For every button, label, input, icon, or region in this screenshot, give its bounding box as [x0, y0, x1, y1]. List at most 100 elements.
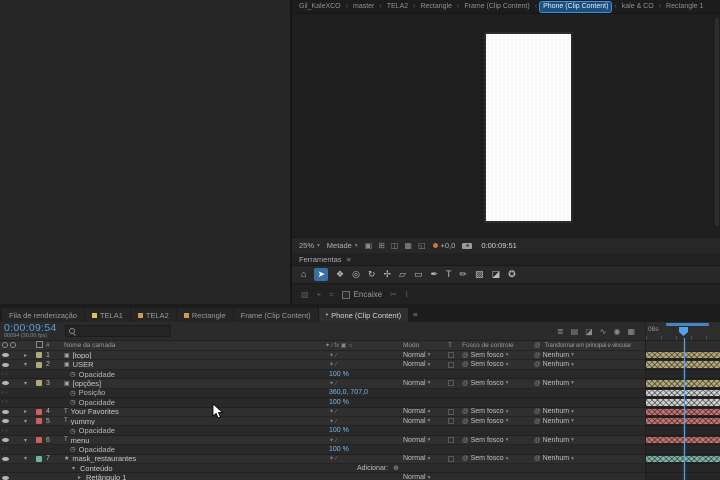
timeline-row-opacidade[interactable]: ‹ › ◷ Opacidade 100 % — [0, 398, 720, 408]
layer-duration-bar[interactable] — [646, 399, 720, 406]
timeline-tab-tela1[interactable]: TELA1 — [84, 308, 130, 322]
composition-viewer[interactable] — [292, 14, 720, 237]
layer-track[interactable] — [645, 454, 720, 465]
timeline-row-yummy[interactable]: ▾ 5 Tyummy ✦ ∕ Normal ▾ @ Sem fosco ▾ @ Nenhum ▾ — [0, 416, 720, 427]
mask-visibility-icon[interactable]: ◫ — [391, 241, 399, 250]
layer-duration-bar[interactable] — [646, 455, 720, 463]
pan-camera-tool[interactable]: ✢ — [383, 268, 391, 281]
parent-pick-whip-icon[interactable]: @ — [534, 418, 541, 425]
region-of-interest-icon[interactable]: ▣ — [365, 241, 373, 250]
blend-mode-select[interactable]: Normal ▾ — [403, 352, 430, 359]
matte-pick-whip-icon[interactable]: @ — [462, 408, 469, 415]
layer-track[interactable] — [645, 407, 720, 417]
track-matte-select[interactable]: Sem fosco ▾ — [471, 380, 509, 387]
channels-icon[interactable]: ▦ — [404, 241, 412, 250]
parent-pick-whip-icon[interactable]: @ — [534, 408, 541, 415]
eye-icon[interactable] — [2, 353, 9, 358]
current-timecode[interactable]: 0:00:09:54 — [4, 323, 57, 334]
wave-icon[interactable]: ⌇ — [405, 288, 409, 301]
track-matte-select[interactable]: Sem fosco ▾ — [471, 352, 509, 359]
layer-color-chip[interactable] — [36, 437, 42, 443]
parent-pick-whip-icon[interactable]: @ — [534, 380, 541, 387]
twirl-icon[interactable]: ▸ — [24, 352, 27, 359]
twirl-icon[interactable]: ▾ — [24, 418, 27, 425]
comp-crumb-rectangle-1[interactable]: Rectangle 1 — [663, 2, 706, 12]
timeline-tab-frame-clip-content[interactable]: Frame (Clip Content) — [233, 308, 318, 322]
time-ruler[interactable]: 08s — [645, 322, 720, 340]
property-value[interactable]: 360,0, 707,0 — [329, 389, 368, 396]
guides-grid-icon[interactable]: ⊞ — [378, 241, 385, 250]
comp-mini-flowchart-icon[interactable]: ≣ — [557, 327, 564, 336]
timeline-row-opacidade[interactable]: ‹ › ◷ Opacidade 100 % — [0, 369, 720, 380]
layer-track[interactable] — [645, 351, 720, 361]
layer-color-chip[interactable] — [36, 418, 42, 425]
comp-crumb-gil-kalexco[interactable]: Gil_KaleXCO — [296, 2, 344, 12]
selection-tool[interactable]: ➤ — [314, 268, 328, 281]
eye-icon[interactable] — [2, 409, 9, 414]
property-value[interactable]: 100 % — [329, 427, 349, 434]
timeline-row-mask-restaurantes[interactable]: ▾ 7 ★ mask_restaurantes ✦ ∕ Normal ▾ @ Sem fosco… — [0, 454, 720, 465]
comp-crumb-kale-co[interactable]: kale & CO — [619, 2, 657, 12]
mode-header[interactable]: Modo — [403, 342, 448, 349]
parent-select[interactable]: Nenhum ▾ — [543, 455, 574, 462]
puppet-tool[interactable]: ✪ — [508, 268, 516, 281]
matte-pick-whip-icon[interactable]: @ — [462, 437, 469, 444]
home-tool[interactable]: ⌂ — [301, 268, 306, 281]
layer-track[interactable] — [645, 426, 720, 436]
parent-select[interactable]: Nenhum ▾ — [543, 437, 574, 444]
camera-track-tool[interactable]: ⌗ — [329, 288, 334, 301]
layer-duration-bar[interactable] — [646, 408, 720, 415]
preserve-transparency-checkbox[interactable] — [448, 380, 454, 387]
blend-mode-select[interactable]: Normal ▾ — [403, 408, 430, 415]
panel-menu-icon[interactable]: ≡ — [409, 310, 421, 319]
track-matte-select[interactable]: Sem fosco ▾ — [471, 437, 509, 444]
parent-select[interactable]: Nenhum ▾ — [543, 418, 574, 425]
snap-toggle[interactable]: Encaixe — [341, 290, 382, 299]
matte-pick-whip-icon[interactable]: @ — [462, 418, 469, 425]
preserve-transparency-checkbox[interactable] — [448, 437, 454, 443]
blend-mode-select[interactable]: Normal ▾ — [403, 474, 430, 480]
twirl-icon[interactable]: ▾ — [24, 437, 27, 444]
layer-track[interactable] — [645, 388, 720, 399]
property-value[interactable]: 100 % — [329, 399, 349, 406]
parent-link-header[interactable]: @ Transformar em principal e vincular — [534, 342, 645, 349]
property-value[interactable]: 100 % — [329, 371, 349, 378]
layer-color-chip[interactable] — [36, 352, 42, 359]
viewer-scrollbar[interactable] — [715, 18, 719, 226]
twirl-icon[interactable]: ▸ — [78, 474, 81, 480]
layer-color-chip[interactable] — [36, 380, 42, 387]
timeline-row-your-favorites[interactable]: ▸ 4 T Your Favorites ✦ ∕ Normal ▾ @ Sem fosco ▾ @ N… — [0, 407, 720, 417]
eye-icon[interactable] — [2, 475, 9, 480]
playhead-marker[interactable] — [679, 327, 688, 336]
layer-track[interactable] — [645, 369, 720, 380]
timeline-row-opacidade[interactable]: ‹ › ◷ Opacidade 100 % — [0, 445, 720, 455]
layer-name-header[interactable]: Nome da camada — [64, 342, 325, 349]
work-area-bar[interactable] — [666, 323, 709, 326]
roto-brush-tool[interactable]: ▧ — [301, 288, 309, 301]
layer-color-chip[interactable] — [36, 408, 42, 415]
matte-pick-whip-icon[interactable]: @ — [462, 352, 469, 359]
layer-track[interactable] — [645, 445, 720, 455]
timeline-row-op-es[interactable]: ▾ 3 ▣ [opções] ✦ ∕ Normal ▾ @ Sem fosco ▾ @ Nenhum ▾ — [0, 379, 720, 389]
exposure-control[interactable]: +0,0 — [432, 241, 455, 250]
playhead-line[interactable] — [684, 338, 685, 480]
timeline-tab-tela2[interactable]: TELA2 — [130, 308, 176, 322]
clone-stamp-tool[interactable]: ▨ — [475, 268, 484, 281]
layer-track[interactable] — [645, 416, 720, 427]
draft-3d-icon[interactable]: ▤ — [571, 327, 579, 336]
layer-duration-bar[interactable] — [646, 361, 720, 368]
blend-mode-select[interactable]: Normal ▾ — [403, 380, 430, 387]
parent-pick-whip-icon[interactable]: @ — [534, 352, 541, 359]
snapshot-camera-icon[interactable] — [462, 242, 473, 249]
puppet-pin-tool[interactable]: ⌖ — [317, 288, 322, 301]
layer-switches-icons[interactable]: ✦ ∕ — [329, 455, 337, 462]
timeline-row-topo[interactable]: ▸ 1 ▣ [topo] ✦ ∕ Normal ▾ @ Sem fosco ▾ @ Nenhum ▾ — [0, 351, 720, 361]
track-matte-select[interactable]: Sem fosco ▾ — [471, 455, 509, 462]
comp-crumb-tela2[interactable]: TELA2 — [384, 2, 411, 12]
eye-icon[interactable] — [2, 362, 9, 367]
orbit-camera-tool[interactable]: ↻ — [368, 268, 376, 281]
preserve-transparency-checkbox[interactable] — [448, 352, 454, 359]
eraser-tool[interactable]: ◪ — [492, 268, 501, 281]
pan-behind-tool[interactable]: ▱ — [399, 268, 406, 281]
matte-pick-whip-icon[interactable]: @ — [462, 361, 469, 368]
